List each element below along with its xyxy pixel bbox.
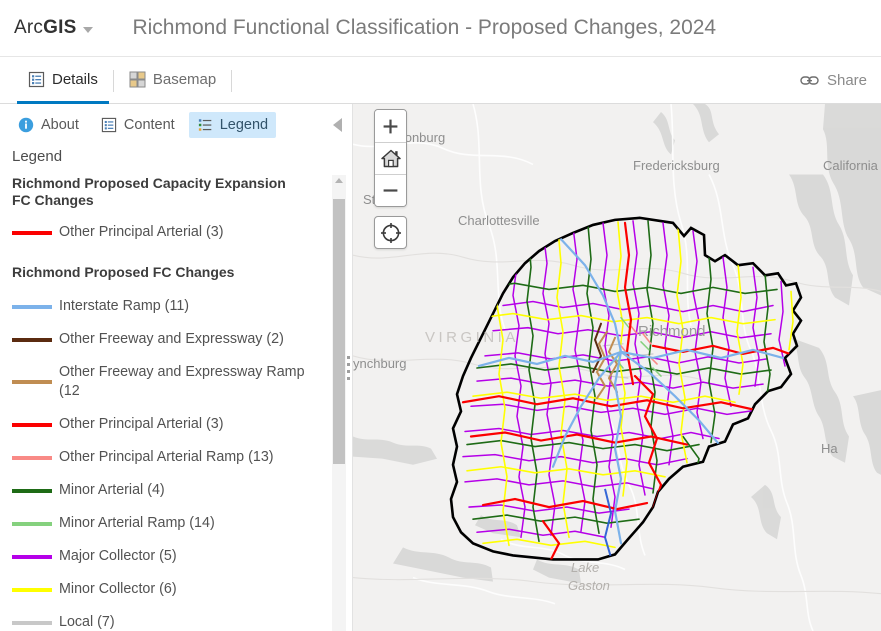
panel-nav: About Content Legend bbox=[0, 104, 352, 145]
page-title: Richmond Functional Classification - Pro… bbox=[132, 16, 717, 39]
legend-item: Interstate Ramp (11) bbox=[12, 297, 330, 316]
legend-line-swatch bbox=[12, 304, 52, 309]
legend-item: Local (7) bbox=[12, 613, 330, 631]
arcgis-map-viewer: ArcGIS Richmond Functional Classificatio… bbox=[0, 0, 881, 631]
legend-item: Other Freeway and Expressway Ramp (12 bbox=[12, 363, 330, 401]
zoom-in-button[interactable] bbox=[375, 110, 406, 142]
legend-item: Other Principal Arterial (3) bbox=[12, 223, 330, 242]
legend-scrollbar[interactable] bbox=[332, 175, 346, 631]
legend-swatch-wrap bbox=[12, 223, 59, 242]
basemap-icon bbox=[129, 71, 146, 88]
legend-item: Other Principal Arterial (3) bbox=[12, 415, 330, 434]
toolbar-divider-1 bbox=[112, 70, 114, 92]
collapse-panel-icon[interactable] bbox=[333, 117, 342, 132]
zoom-control bbox=[374, 109, 407, 207]
legend-item-label: Major Collector (5) bbox=[59, 548, 177, 564]
arcgis-brand[interactable]: ArcGIS bbox=[8, 17, 99, 39]
legend-item: Major Collector (5) bbox=[12, 547, 330, 566]
legend-item-label: Other Principal Arterial Ramp (13) bbox=[59, 449, 274, 465]
legend-swatch-wrap bbox=[12, 448, 59, 467]
chevron-down-icon[interactable] bbox=[83, 26, 94, 33]
legend-line-swatch bbox=[12, 587, 52, 592]
legend-line-swatch bbox=[12, 554, 52, 559]
legend-swatch-wrap bbox=[12, 415, 59, 434]
legend-item-label: Other Freeway and Expressway (2) bbox=[59, 331, 284, 347]
legend-heading: Legend bbox=[12, 148, 63, 165]
legend-line-swatch bbox=[12, 620, 52, 625]
plus-icon bbox=[383, 119, 398, 133]
legend-item-label: Other Freeway and Expressway Ramp (12 bbox=[59, 364, 305, 399]
locate-icon bbox=[380, 222, 401, 243]
panel-resize-handle[interactable] bbox=[346, 104, 353, 631]
legend-line-swatch bbox=[12, 422, 52, 427]
map-graphics bbox=[353, 104, 881, 631]
legend-list: Richmond Proposed Capacity Expansion FC … bbox=[12, 175, 352, 631]
home-button[interactable] bbox=[375, 142, 406, 174]
tab-details-label: Details bbox=[52, 70, 98, 88]
panel-tab-legend[interactable]: Legend bbox=[188, 111, 277, 138]
legend-scroll-area: Richmond Proposed Capacity Expansion FC … bbox=[0, 175, 352, 631]
info-icon bbox=[18, 117, 34, 133]
brand-gis-text: GIS bbox=[43, 17, 77, 38]
link-chain-icon bbox=[800, 74, 819, 87]
tab-basemap-label: Basemap bbox=[152, 70, 217, 88]
legend-swatch-wrap bbox=[12, 547, 59, 566]
legend-item-label: Other Principal Arterial (3) bbox=[59, 224, 224, 240]
legend-swatch-wrap bbox=[12, 330, 59, 349]
details-icon bbox=[28, 71, 45, 88]
tab-basemap[interactable]: Basemap bbox=[118, 57, 227, 104]
main-body: About Content Legend Legend Richmond Pro… bbox=[0, 104, 881, 631]
toolbar: Details Basemap Share bbox=[0, 57, 881, 104]
legend-item-label: Interstate Ramp (11) bbox=[59, 298, 190, 314]
locate-button[interactable] bbox=[374, 216, 407, 249]
panel-tab-about[interactable]: About bbox=[10, 112, 87, 138]
brand-arc-text: Arc bbox=[14, 17, 44, 38]
legend-line-swatch bbox=[12, 230, 52, 235]
legend-line-swatch bbox=[12, 380, 52, 384]
share-button[interactable]: Share bbox=[800, 72, 881, 89]
legend-line-swatch bbox=[12, 521, 52, 526]
content-list-icon bbox=[101, 117, 117, 133]
legend-icon bbox=[197, 117, 213, 133]
panel-tab-legend-label: Legend bbox=[219, 116, 269, 133]
legend-swatch-wrap bbox=[12, 363, 59, 401]
details-panel: About Content Legend Legend Richmond Pro… bbox=[0, 104, 353, 631]
panel-tab-about-label: About bbox=[41, 116, 79, 133]
toolbar-divider-2 bbox=[231, 70, 233, 92]
scroll-up-icon[interactable] bbox=[335, 178, 343, 183]
legend-item: Minor Arterial (4) bbox=[12, 481, 330, 500]
legend-item-label: Minor Arterial (4) bbox=[59, 482, 165, 498]
legend-item-label: Other Principal Arterial (3) bbox=[59, 416, 224, 432]
legend-item: Other Principal Arterial Ramp (13) bbox=[12, 448, 330, 467]
legend-item: Minor Collector (6) bbox=[12, 580, 330, 599]
legend-item-label: Minor Arterial Ramp (14) bbox=[59, 515, 215, 531]
legend-group-title: Richmond Proposed Capacity Expansion FC … bbox=[12, 175, 286, 208]
legend-line-swatch bbox=[12, 488, 52, 493]
legend-item: Minor Arterial Ramp (14) bbox=[12, 514, 330, 533]
legend-line-swatch bbox=[12, 337, 52, 342]
app-header: ArcGIS Richmond Functional Classificatio… bbox=[0, 0, 881, 57]
minus-icon bbox=[383, 189, 398, 192]
legend-group-title: Richmond Proposed FC Changes bbox=[12, 264, 235, 280]
home-icon bbox=[380, 149, 401, 168]
legend-swatch-wrap bbox=[12, 580, 59, 599]
legend-swatch-wrap bbox=[12, 613, 59, 631]
map-controls bbox=[374, 109, 407, 249]
panel-tab-content-label: Content bbox=[123, 116, 175, 133]
share-label: Share bbox=[826, 71, 867, 89]
tab-details[interactable]: Details bbox=[17, 57, 109, 104]
zoom-out-button[interactable] bbox=[375, 174, 406, 206]
map-canvas[interactable]: risonburg St Fredericksburg California Charl… bbox=[353, 104, 881, 631]
panel-tab-content[interactable]: Content bbox=[93, 112, 183, 138]
legend-item-label: Minor Collector (6) bbox=[59, 581, 177, 597]
resize-grip-icon bbox=[347, 355, 350, 380]
scrollbar-thumb[interactable] bbox=[333, 199, 345, 464]
legend-swatch-wrap bbox=[12, 481, 59, 500]
legend-swatch-wrap bbox=[12, 297, 59, 316]
legend-line-swatch bbox=[12, 455, 52, 460]
legend-item-label: Local (7) bbox=[59, 614, 115, 630]
legend-swatch-wrap bbox=[12, 514, 59, 533]
legend-item: Other Freeway and Expressway (2) bbox=[12, 330, 330, 349]
